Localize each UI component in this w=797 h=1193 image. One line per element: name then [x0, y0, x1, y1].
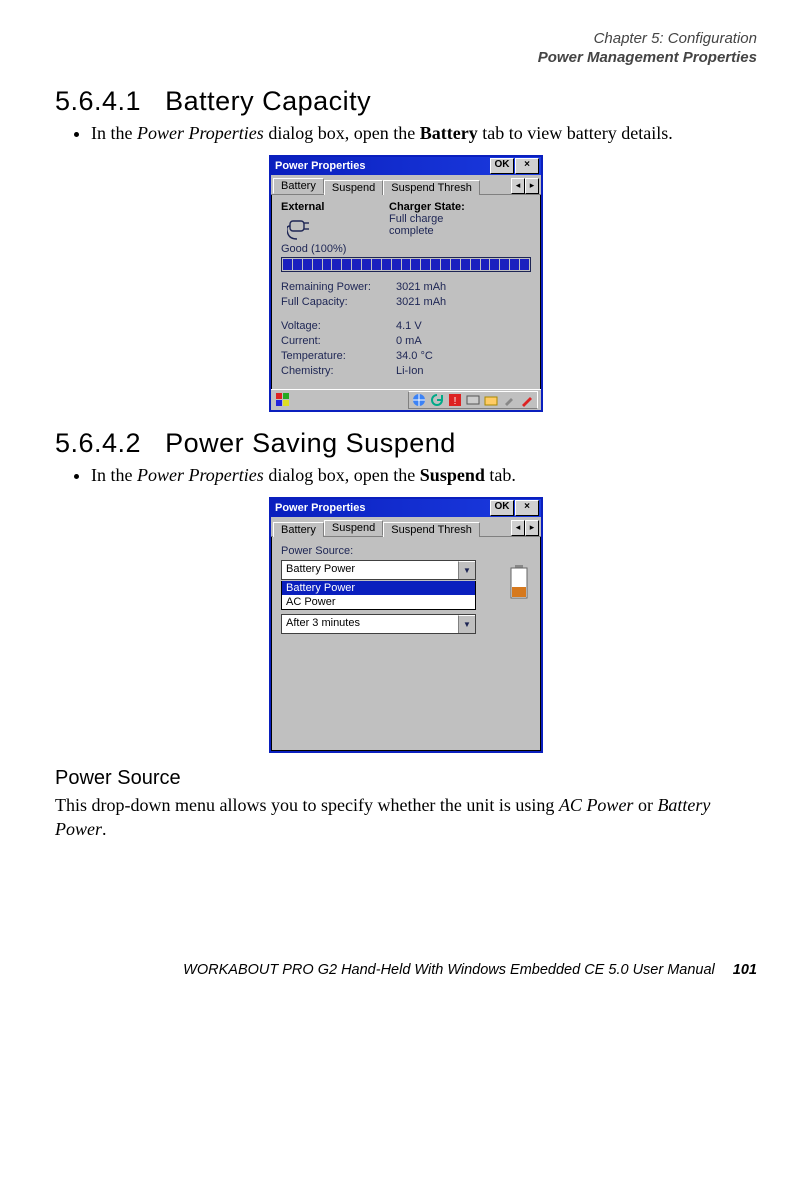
combo-selected: Battery Power: [282, 561, 458, 579]
power-source-label: Power Source:: [281, 545, 531, 557]
titlebar: Power Properties OK ×: [271, 157, 541, 175]
svg-text:!: !: [454, 396, 457, 407]
tab-suspend[interactable]: Suspend: [324, 520, 383, 536]
taskbar: !: [271, 389, 541, 410]
tab-suspend-threshold[interactable]: Suspend Thresh: [383, 180, 480, 195]
list-item: In the Power Properties dialog box, open…: [91, 463, 757, 487]
list-item: In the Power Properties dialog box, open…: [91, 121, 757, 145]
close-button[interactable]: ×: [515, 500, 539, 516]
battery-level-icon: [509, 565, 529, 599]
tab-battery[interactable]: Battery: [273, 522, 324, 537]
battery-good-label: Good (100%): [281, 243, 389, 255]
combo-selected: After 3 minutes: [282, 615, 458, 633]
tray-card-icon[interactable]: [466, 393, 480, 407]
heading-title: Power Saving Suspend: [165, 428, 456, 458]
battery-panel: External Good (100%) Charger State: Full…: [271, 195, 541, 389]
tab-scroll-left[interactable]: ◂: [511, 178, 525, 194]
heading-number: 5.6.4.2: [55, 428, 141, 458]
charger-state-value: Full charge complete: [389, 213, 465, 237]
heading-title: Battery Capacity: [165, 86, 371, 116]
tab-scroll-right[interactable]: ▸: [525, 178, 539, 194]
window-title: Power Properties: [275, 160, 489, 172]
body-paragraph: This drop-down menu allows you to specif…: [55, 793, 757, 842]
system-tray: !: [408, 391, 538, 409]
ok-button[interactable]: OK: [490, 500, 514, 516]
power-source-combo[interactable]: Battery Power ▼: [281, 560, 476, 580]
battery-progress-bar: [281, 257, 531, 272]
tabstrip: Battery Suspend Suspend Thresh ◂ ▸: [271, 175, 541, 195]
power-properties-dialog-battery: Power Properties OK × Battery Suspend Su…: [269, 155, 543, 412]
heading-number: 5.6.4.1: [55, 86, 141, 116]
titlebar: Power Properties OK ×: [271, 499, 541, 517]
page-footer: WORKABOUT PRO G2 Hand-Held With Windows …: [55, 962, 757, 978]
tray-globe-icon[interactable]: [412, 393, 426, 407]
tab-suspend-threshold[interactable]: Suspend Thresh: [383, 522, 480, 537]
start-button-icon[interactable]: [274, 392, 292, 408]
tray-pen-icon[interactable]: [520, 393, 534, 407]
power-properties-dialog-suspend: Power Properties OK × Battery Suspend Su…: [269, 497, 543, 753]
power-source-options: Battery Power AC Power: [281, 581, 476, 610]
heading-5-6-4-1: 5.6.4.1 Battery Capacity: [55, 86, 757, 117]
chapter-line: Chapter 5: Configuration: [55, 30, 757, 49]
tab-suspend[interactable]: Suspend: [324, 180, 383, 195]
tray-refresh-icon[interactable]: [430, 393, 444, 407]
chevron-down-icon[interactable]: ▼: [458, 615, 475, 633]
window-title: Power Properties: [275, 502, 489, 514]
page-number: 101: [733, 962, 757, 978]
tray-alert-icon[interactable]: !: [448, 393, 462, 407]
power-plug-icon: [287, 215, 317, 241]
combo-option-ac[interactable]: AC Power: [282, 595, 475, 609]
charger-state-label: Charger State:: [389, 201, 465, 213]
page-header: Chapter 5: Configuration Power Managemen…: [55, 30, 757, 68]
tab-scroll-right[interactable]: ▸: [525, 520, 539, 536]
chevron-down-icon[interactable]: ▼: [458, 561, 475, 579]
tab-battery[interactable]: Battery: [273, 178, 324, 194]
combo-option-battery[interactable]: Battery Power: [282, 581, 475, 595]
tabstrip: Battery Suspend Suspend Thresh ◂ ▸: [271, 517, 541, 537]
tray-tool-icon[interactable]: [502, 393, 516, 407]
heading-5-6-4-2: 5.6.4.2 Power Saving Suspend: [55, 428, 757, 459]
close-button[interactable]: ×: [515, 158, 539, 174]
tab-scroll-left[interactable]: ◂: [511, 520, 525, 536]
suspend-timeout-combo[interactable]: After 3 minutes ▼: [281, 614, 476, 634]
subhead-power-source: Power Source: [55, 767, 757, 790]
suspend-panel: Power Source: Battery Power ▼ Battery Po…: [271, 537, 541, 751]
section-line: Power Management Properties: [55, 49, 757, 68]
external-label: External: [281, 201, 389, 213]
ok-button[interactable]: OK: [490, 158, 514, 174]
battery-stats: Remaining Power:3021 mAh Full Capacity:3…: [281, 280, 531, 379]
tray-folder-icon[interactable]: [484, 393, 498, 407]
footer-text: WORKABOUT PRO G2 Hand-Held With Windows …: [183, 962, 715, 978]
